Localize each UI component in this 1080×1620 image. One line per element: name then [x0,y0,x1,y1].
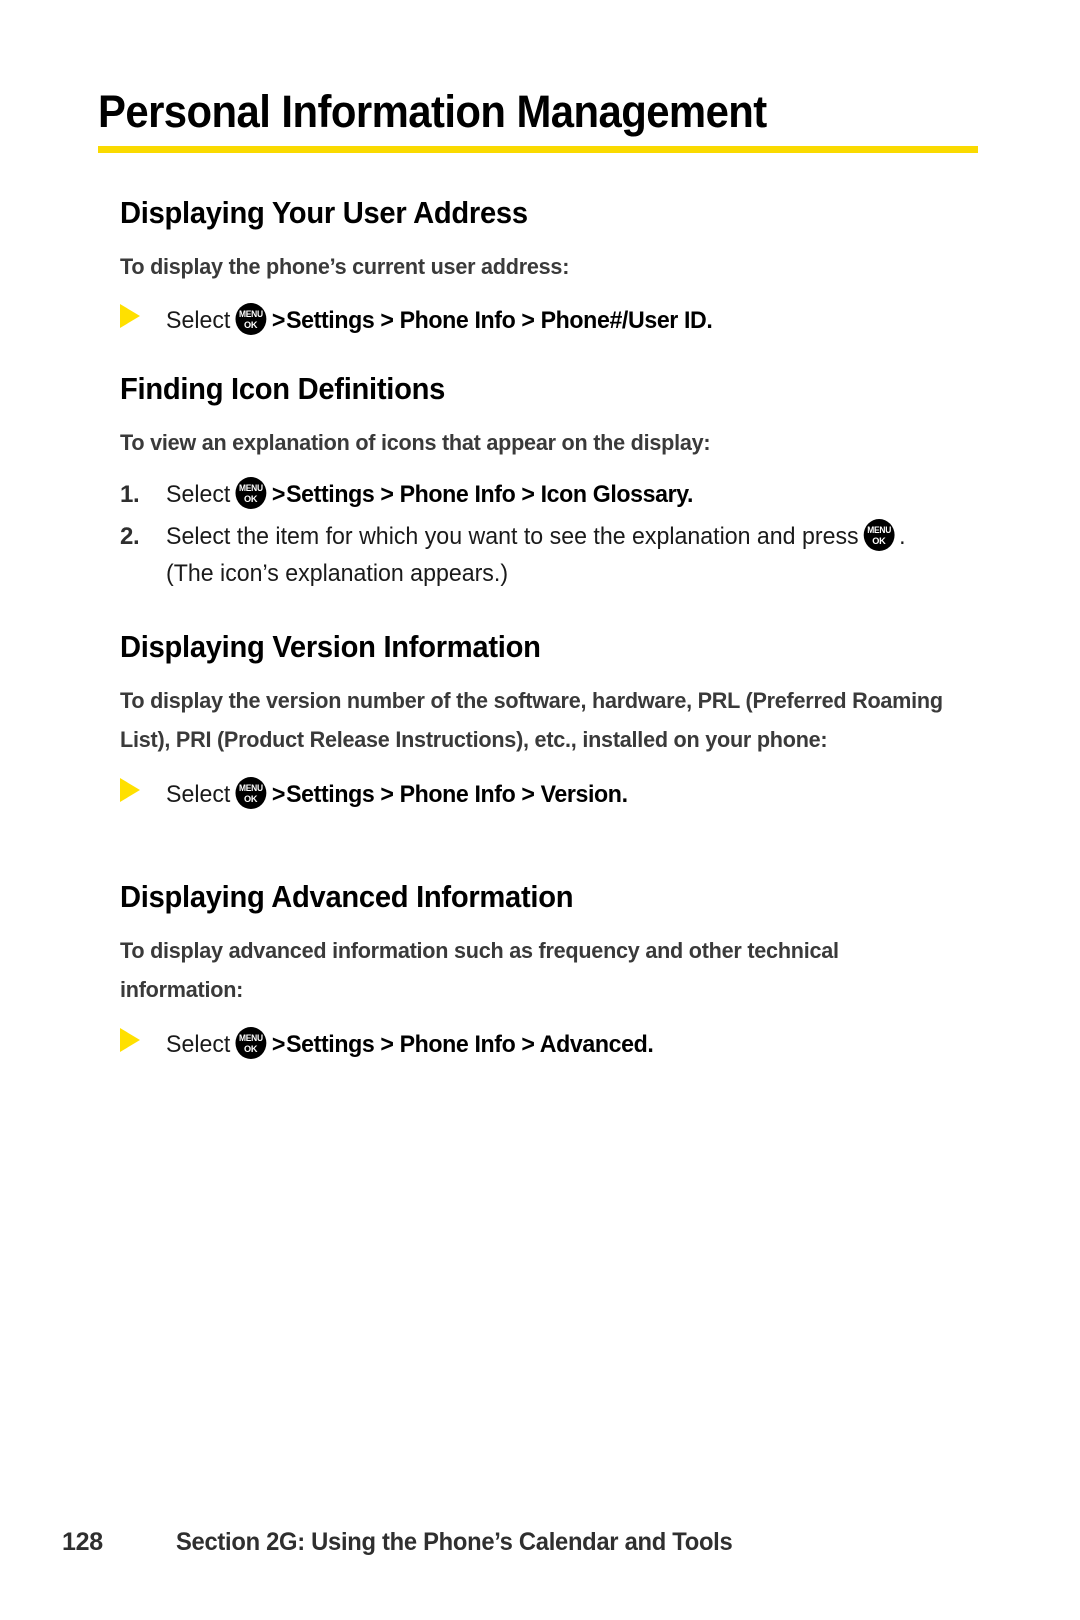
section-lead-text: To display the version number of the sof… [120,688,943,753]
menu-ok-key-top-label: MENU [238,782,263,794]
menu-ok-key-icon: MENU OK [863,518,895,551]
page-title: Personal Information Management [98,86,767,137]
section-heading: Finding Icon Definitions [120,371,446,406]
menu-ok-key-icon: MENU OK [235,303,267,336]
menu-path: Settings > Phone Info > Version [286,780,622,808]
step-item: Select MENU OK >Settings > Phone Info > Ver… [120,774,980,813]
step-verb: Select [166,481,231,509]
step-item: Select MENU OK >Settings > Phone Info > Adv… [120,1024,980,1063]
step-item: Select MENU OK >Settings > Phone Info > Pho… [120,300,980,339]
menu-path: Settings > Phone Info > Icon Glossary [286,481,688,509]
triangle-bullet-icon [120,300,166,329]
menu-ok-key-top-label: MENU [867,524,891,536]
section-displaying-advanced-information: Displaying Advanced Information To displ… [120,879,980,1063]
step-verb: Select [166,780,231,808]
step-number: 1. [120,481,140,509]
step-tail: . [647,1030,654,1058]
menu-ok-key-bottom-label: OK [244,1043,258,1055]
step-item: 1. Select MENU OK >Settings > Phone Info > … [120,476,980,513]
triangle-bullet-icon [120,1024,166,1052]
title-underline-rule [98,146,978,154]
menu-ok-key-icon: MENU OK [235,477,267,510]
menu-ok-key-bottom-label: OK [872,535,886,547]
section-heading: Displaying Your User Address [120,195,528,230]
menu-ok-key-bottom-label: OK [244,793,258,805]
chevron-separator-icon: > [271,481,286,509]
section-lead-text: To display advanced information such as … [120,938,839,1003]
manual-page: Personal Information Management Displayi… [0,0,1080,1620]
menu-ok-key-top-label: MENU [238,309,263,321]
step-text: Select MENU OK >Settings > Phone Info > Ico… [166,476,952,513]
section-finding-icon-definitions: Finding Icon Definitions To view an expl… [120,371,980,592]
step-verb: Select [166,307,231,335]
footer-page-number: 128 [62,1528,103,1556]
footer-section-label: Section 2G: Using the Phone’s Calendar a… [176,1528,733,1556]
section-displaying-your-user-address: Displaying Your User Address To display … [120,195,980,340]
menu-path: Settings > Phone Info > Advanced [286,1030,648,1058]
step-tail: . [687,481,694,509]
chevron-separator-icon: > [271,780,286,808]
step-text: Select the item for which you want to se… [166,518,952,592]
section-heading: Displaying Version Information [120,629,541,664]
section-lead-text: To display the phone’s current user addr… [120,254,570,280]
page-title-block: Personal Information Management [98,86,978,154]
step-text-before-icon: Select the item for which you want to se… [166,522,859,550]
section-heading: Displaying Advanced Information [120,879,574,914]
menu-ok-key-bottom-label: OK [244,494,258,506]
page-footer: 128 Section 2G: Using the Phone’s Calend… [62,1528,1022,1557]
chevron-separator-icon: > [271,307,286,335]
menu-ok-key-top-label: MENU [238,1032,263,1044]
menu-ok-key-icon: MENU OK [235,776,267,809]
menu-ok-key-icon: MENU OK [235,1026,267,1059]
menu-ok-key-bottom-label: OK [244,320,258,332]
step-text: Select MENU OK >Settings > Phone Info > Pho… [166,302,952,339]
step-item: 2. Select the item for which you want to… [120,518,980,592]
section-displaying-version-information: Displaying Version Information To displa… [120,629,980,813]
step-text: Select MENU OK >Settings > Phone Info > Ver… [166,776,952,813]
step-tail: . [706,307,713,335]
step-tail: . [621,780,628,808]
chevron-separator-icon: > [271,1030,286,1058]
menu-path: Settings > Phone Info > Phone#/User ID [286,307,707,335]
menu-ok-key-top-label: MENU [238,483,263,495]
step-text: Select MENU OK >Settings > Phone Info > Adv… [166,1026,952,1063]
step-verb: Select [166,1030,231,1058]
section-lead-text: To view an explanation of icons that app… [120,430,711,456]
step-number: 2. [120,522,140,550]
triangle-bullet-icon [120,774,166,802]
